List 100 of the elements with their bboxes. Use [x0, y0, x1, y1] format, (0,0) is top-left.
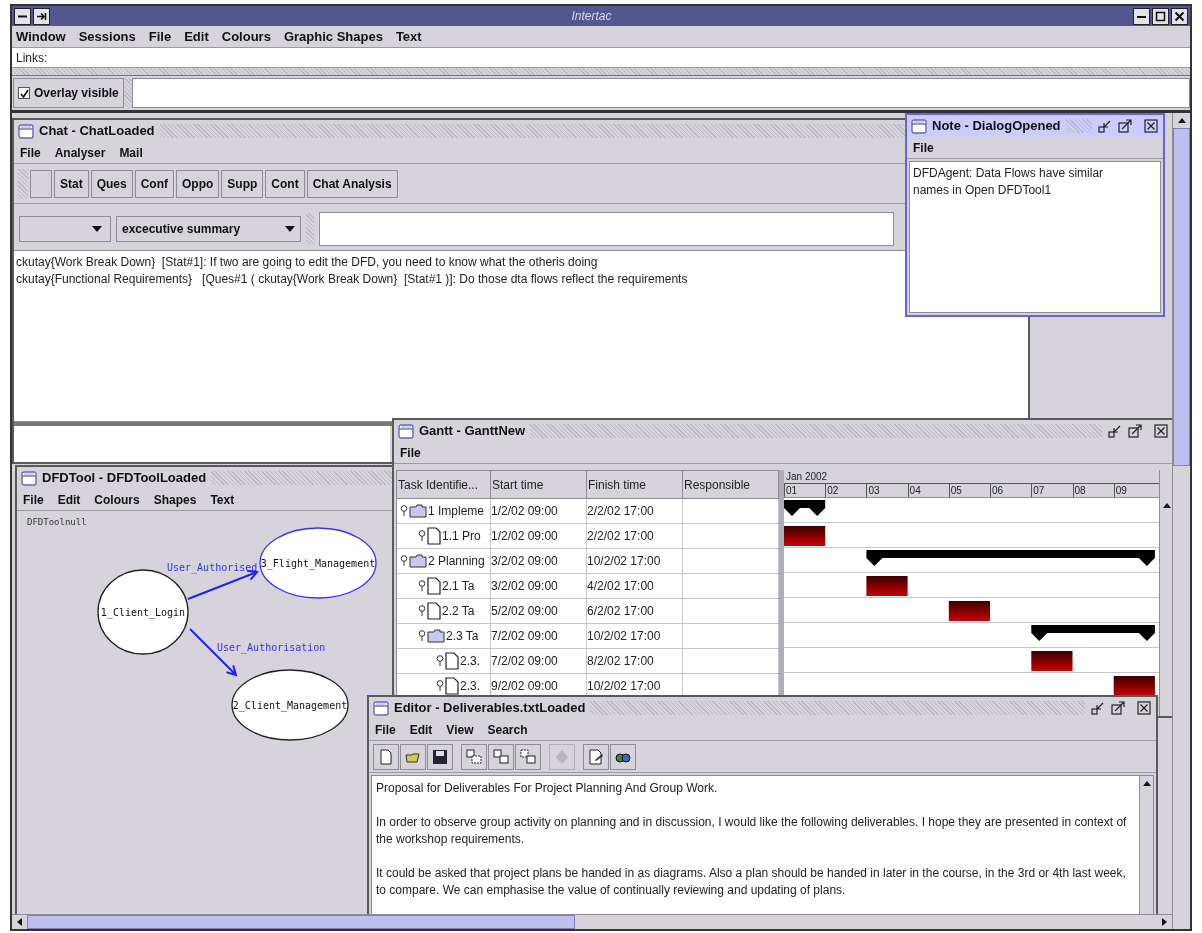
menu-item[interactable]: Sessions: [78, 26, 136, 47]
menu-item[interactable]: File: [375, 720, 396, 739]
iconify-button[interactable]: [1090, 700, 1106, 716]
close-button[interactable]: [1143, 118, 1159, 134]
page-icon: [427, 602, 441, 620]
toolbar-button[interactable]: Stat: [54, 169, 89, 198]
menu-item[interactable]: File: [913, 138, 934, 157]
pin-icon: [418, 630, 426, 642]
menu-item[interactable]: Text: [210, 490, 235, 509]
toolbar-button[interactable]: [610, 743, 636, 770]
scrollbar[interactable]: [12, 914, 1172, 929]
task-id: 2.3 Ta: [446, 628, 479, 645]
close-button[interactable]: [1153, 423, 1169, 439]
toolbar-button[interactable]: Cont: [265, 169, 305, 198]
task-bar[interactable]: [784, 526, 826, 546]
toolbar-button[interactable]: Oppo: [176, 169, 220, 198]
menu-item[interactable]: View: [446, 720, 474, 739]
tree-cell[interactable]: 2.3 Ta: [397, 624, 491, 648]
process-bubble[interactable]: [259, 527, 377, 599]
menu-item[interactable]: Graphic Shapes: [283, 26, 383, 47]
summary-bar[interactable]: [866, 550, 1155, 566]
toolbar-grip[interactable]: [123, 78, 132, 108]
message-field[interactable]: [14, 426, 390, 462]
menu-item[interactable]: Colours: [221, 26, 271, 47]
tick-label: 02: [825, 484, 839, 497]
menu-item[interactable]: Mail: [119, 143, 143, 162]
task-bar[interactable]: [948, 601, 990, 621]
scrollbar[interactable]: [1139, 776, 1153, 914]
maximize-icon: [1128, 424, 1142, 438]
maximize-button[interactable]: [1152, 7, 1169, 25]
month-label: Jan 2002: [786, 470, 828, 483]
tree-cell[interactable]: 1.1 Pro: [397, 524, 491, 548]
grip-bar[interactable]: [12, 68, 1190, 76]
tree-cell[interactable]: 2.1 Ta: [397, 574, 491, 598]
window-title: Editor - Deliverables.txtLoaded: [394, 699, 586, 718]
maximize-button[interactable]: [1110, 700, 1126, 716]
summary-bar[interactable]: [784, 500, 826, 516]
process-bubble[interactable]: [231, 669, 349, 741]
column-header[interactable]: Task Identifie...: [397, 471, 491, 498]
scrollbar[interactable]: [1172, 113, 1190, 929]
menu-item[interactable]: Shapes: [153, 490, 197, 509]
menu-item[interactable]: File: [148, 26, 172, 47]
scroll-thumb[interactable]: [1173, 128, 1190, 466]
menu-item[interactable]: File: [23, 490, 44, 509]
toolbar-grip[interactable]: [306, 213, 314, 245]
menu-item[interactable]: Text: [395, 26, 422, 47]
menu-item[interactable]: File: [400, 443, 421, 462]
pin-button[interactable]: [33, 7, 50, 25]
summary-bar[interactable]: [1031, 625, 1155, 641]
iconify-button[interactable]: [1097, 118, 1113, 134]
menu-item[interactable]: Analyser: [54, 143, 106, 162]
toolbar-button[interactable]: [427, 743, 453, 770]
task-bar[interactable]: [1031, 651, 1073, 671]
table-cell-text: 7/2/02 09:00: [491, 628, 558, 645]
close-button[interactable]: [1136, 700, 1152, 716]
table-cell-text: 8/2/02 17:00: [587, 653, 654, 670]
maximize-button[interactable]: [1117, 118, 1133, 134]
menu-item[interactable]: Window: [16, 26, 66, 47]
toolbar-button[interactable]: [583, 743, 609, 770]
maximize-icon: [1118, 119, 1132, 133]
scroll-thumb[interactable]: [27, 915, 575, 929]
tick-label: 04: [907, 484, 921, 497]
overlay-toggle[interactable]: Overlay visible: [13, 78, 124, 108]
text-field[interactable]: [131, 78, 1190, 108]
tree-cell[interactable]: 2 Planning: [397, 549, 491, 573]
menu-button[interactable]: [14, 7, 31, 25]
dropdown[interactable]: excecutive summary: [116, 216, 301, 242]
iconify-button[interactable]: [1107, 423, 1123, 439]
minimize-button[interactable]: [1133, 7, 1150, 25]
menu-item[interactable]: Search: [487, 720, 528, 739]
toolbar-button[interactable]: Ques: [90, 169, 133, 198]
task-id: 2 Planning: [428, 553, 485, 570]
toolbar-button[interactable]: Supp: [221, 169, 264, 198]
up-arrow-icon: [1177, 118, 1186, 123]
tree-cell[interactable]: 2.2 Ta: [397, 599, 491, 623]
check-icon: [19, 88, 29, 98]
toolbar-grip[interactable]: [18, 168, 28, 199]
toolbar-button[interactable]: Chat Analysis: [306, 169, 398, 198]
table-cell-text: 7/2/02 09:00: [491, 653, 558, 670]
close-button[interactable]: [1171, 7, 1188, 25]
tree-cell[interactable]: 1 Impleme: [397, 499, 491, 523]
text-field[interactable]: [319, 212, 894, 246]
menu-item[interactable]: Colours: [94, 490, 140, 509]
task-bar[interactable]: [1113, 676, 1155, 696]
table-cell-text: 10/2/02 17:00: [587, 628, 661, 645]
menu-item[interactable]: Edit: [409, 720, 433, 739]
menu-item[interactable]: Edit: [57, 490, 81, 509]
tree-cell[interactable]: 2.3.: [397, 649, 491, 673]
checkbox[interactable]: [18, 87, 30, 99]
toolbar-button[interactable]: Conf: [134, 169, 174, 198]
menu-item[interactable]: Edit: [184, 26, 209, 47]
page-icon: [427, 577, 441, 595]
column-header[interactable]: Start time: [491, 471, 587, 498]
table-cell-text: 9/2/02 09:00: [491, 678, 558, 695]
menu-item[interactable]: File: [20, 143, 41, 162]
maximize-button[interactable]: [1127, 423, 1143, 439]
column-header[interactable]: Finish time: [587, 471, 683, 498]
scrollbar[interactable]: [1159, 470, 1172, 716]
maximize-icon: [1155, 10, 1166, 22]
window-title: Gantt - GanttNew: [419, 422, 526, 441]
